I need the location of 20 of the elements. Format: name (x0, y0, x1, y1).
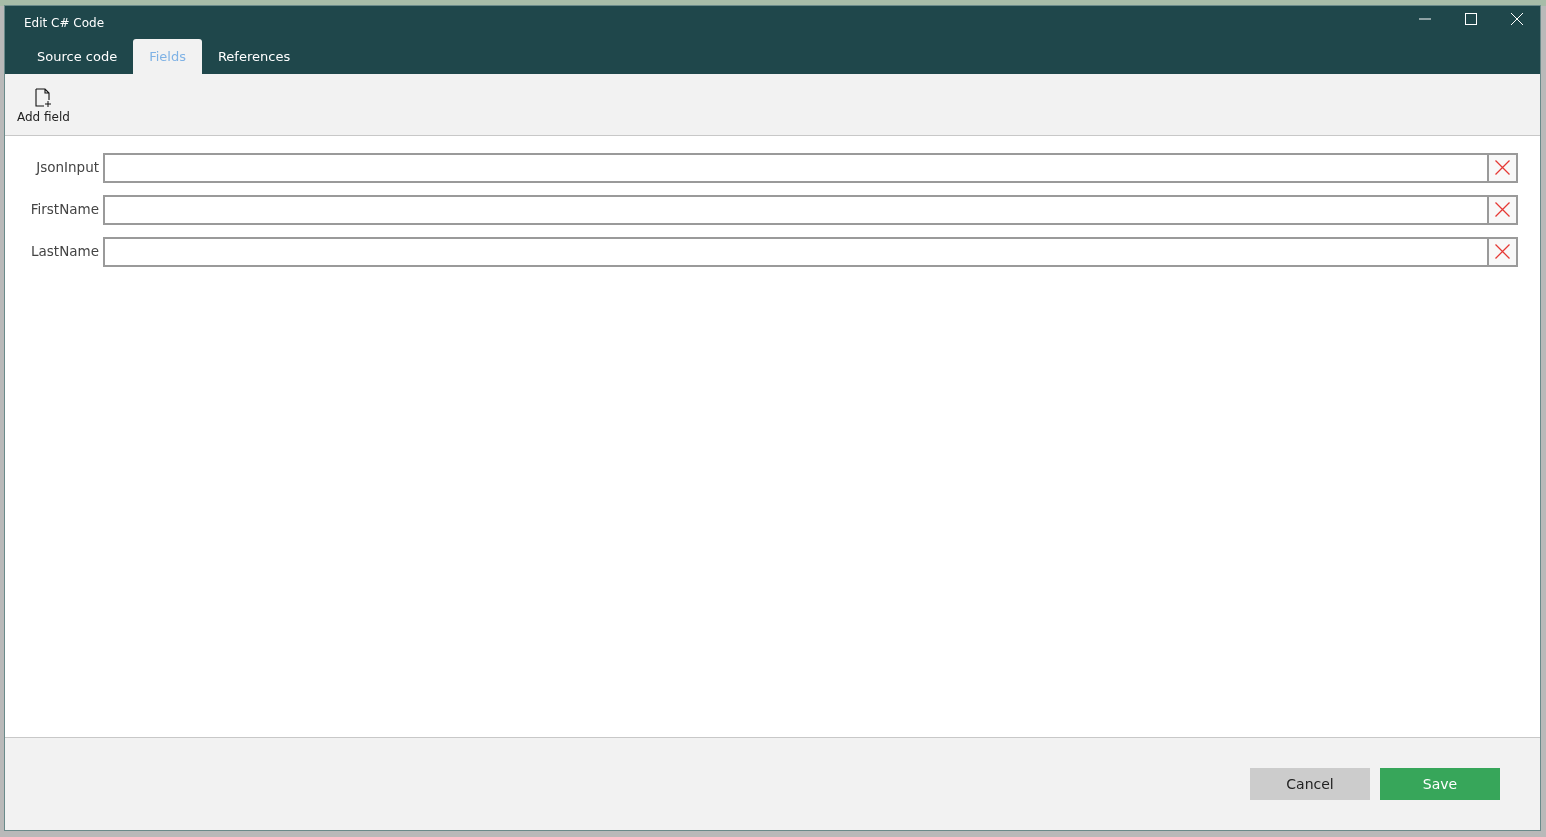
close-icon (1495, 202, 1510, 217)
cancel-button[interactable]: Cancel (1250, 768, 1370, 800)
delete-button[interactable] (1487, 194, 1518, 225)
field-label: JsonInput (34, 158, 100, 178)
text-field[interactable] (103, 194, 1487, 225)
field-label: FirstName (29, 200, 100, 220)
maximize-icon (1465, 13, 1477, 25)
delete-button[interactable] (1487, 236, 1518, 267)
add-field-button[interactable]: Add field (15, 87, 72, 135)
window-title: Edit C# Code (23, 15, 105, 32)
field-label: LastName (30, 242, 100, 262)
tab[interactable]: References (201, 39, 307, 74)
tab[interactable]: Source code (21, 39, 134, 74)
text-field[interactable] (103, 236, 1487, 267)
close-icon (1495, 244, 1510, 259)
new-file-icon (35, 87, 52, 108)
close-icon (1511, 13, 1523, 25)
close-icon (1495, 160, 1510, 175)
text-field[interactable] (103, 152, 1487, 183)
delete-button[interactable] (1487, 152, 1518, 183)
